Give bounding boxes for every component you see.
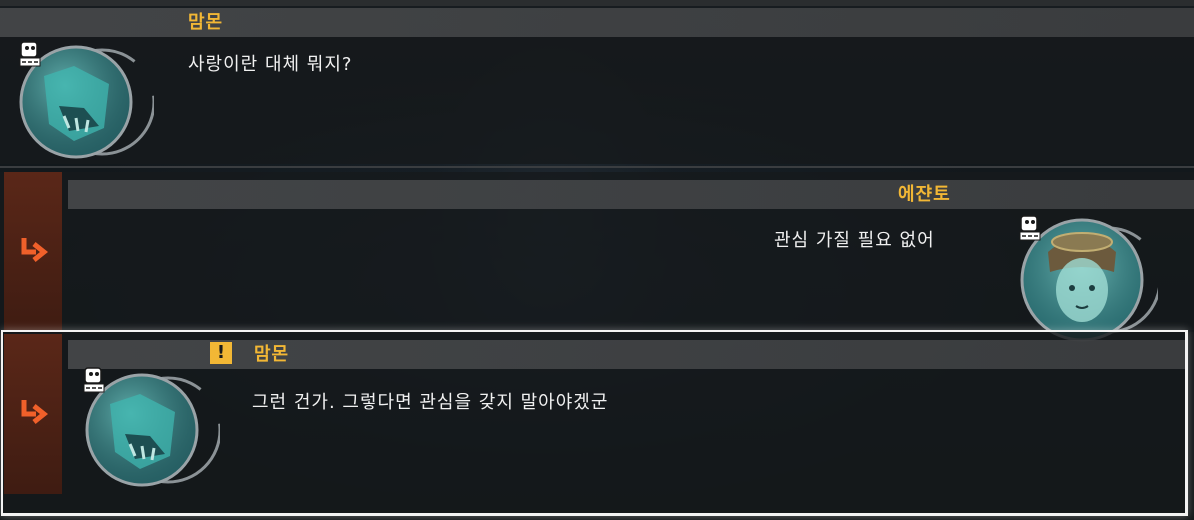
dialogue-entry-2[interactable]: 에쟌토 관심 가질 필요 없어 [0,172,1194,330]
digimon-badge-icon [1019,215,1041,241]
top-divider [0,0,1194,6]
dialogue-log-screen: 맘몬 사랑이란 대체 뭐지? 에쟌토 관심 가질 필요 없어 맘몬 그런 건가.… [0,0,1194,520]
speaker-name-bar [68,340,1188,369]
speaker-name: 맘몬 [254,344,290,365]
reply-arrow-icon [21,238,49,262]
entry-divider [0,166,1194,168]
dialogue-text: 그런 건가. 그렇다면 관심을 갖지 말아야겠군 [252,392,609,413]
digimon-badge-icon [83,367,105,393]
digimon-badge-icon [19,41,41,67]
dialogue-text: 관심 가질 필요 없어 [774,230,935,251]
speaker-name: 에쟌토 [898,184,951,205]
speaker-name-bar [68,180,1194,209]
exclamation-icon: ! [210,342,232,364]
dialogue-entry-1[interactable]: 맘몬 사랑이란 대체 뭐지? [0,8,1194,164]
reply-arrow-icon [21,400,49,424]
dialogue-text: 사랑이란 대체 뭐지? [188,54,353,75]
speaker-name: 맘몬 [188,12,224,33]
speaker-name-bar [0,8,1194,37]
